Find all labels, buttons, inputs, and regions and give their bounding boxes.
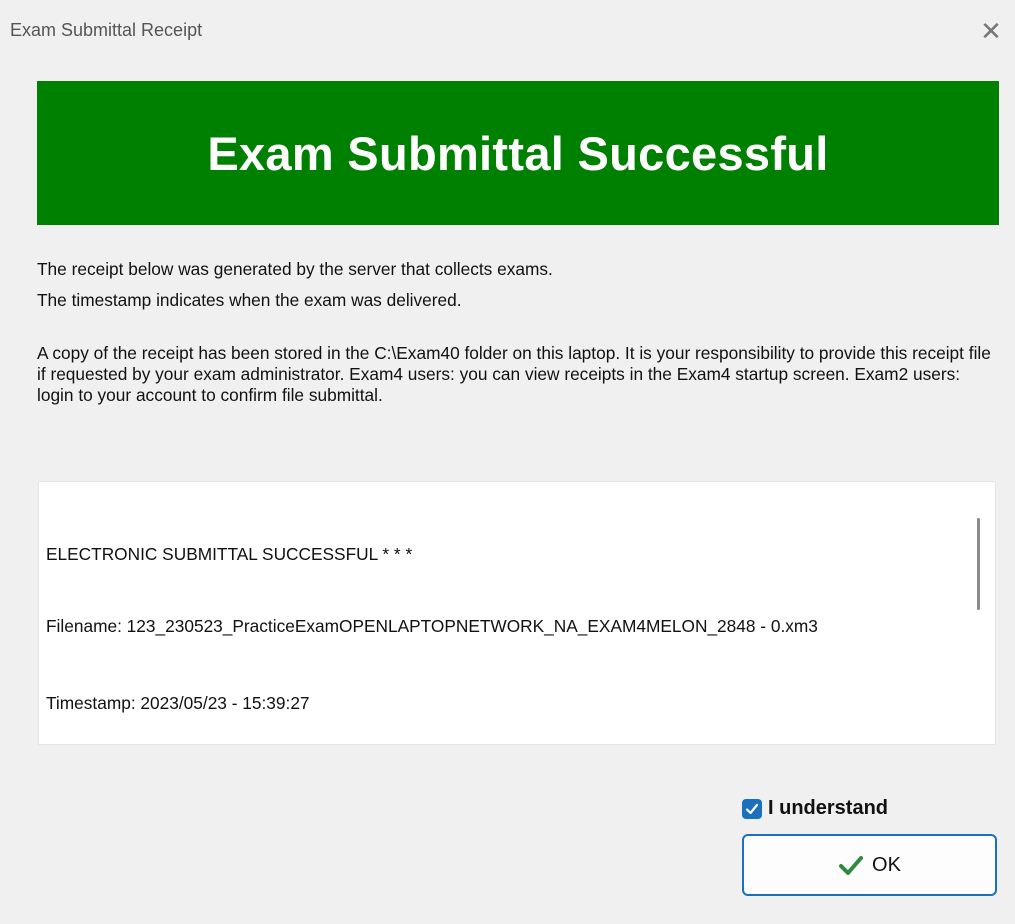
ok-label: OK xyxy=(872,853,901,876)
checkmark-icon xyxy=(745,803,759,814)
banner-title: Exam Submittal Successful xyxy=(207,126,829,180)
info-paragraph: A copy of the receipt has been stored in… xyxy=(37,343,991,405)
receipt-status: ELECTRONIC SUBMITTAL SUCCESSFUL * * * xyxy=(46,544,413,564)
receipt-textbox[interactable]: ELECTRONIC SUBMITTAL SUCCESSFUL * * * Fi… xyxy=(38,481,996,745)
title-bar: Exam Submittal Receipt ✕ xyxy=(0,0,1015,62)
understand-checkbox[interactable] xyxy=(742,798,762,819)
understand-label: I understand xyxy=(768,797,889,819)
success-banner: Exam Submittal Successful xyxy=(37,81,999,225)
ok-button[interactable]: OK xyxy=(742,834,997,896)
receipt-scrollbar[interactable] xyxy=(961,482,995,744)
window-title: Exam Submittal Receipt xyxy=(10,20,203,40)
understand-checkbox-row[interactable]: I understand xyxy=(742,797,888,820)
checkmark-icon xyxy=(839,856,864,875)
info-line-1: The receipt below was generated by the s… xyxy=(37,259,553,279)
receipt-timestamp: Timestamp: 2023/05/23 - 15:39:27 xyxy=(46,693,310,713)
info-line-2: The timestamp indicates when the exam wa… xyxy=(37,290,462,310)
close-button[interactable]: ✕ xyxy=(973,14,1009,50)
receipt-filename: Filename: 123_230523_PracticeExamOPENLAP… xyxy=(46,616,818,636)
scrollbar-thumb[interactable] xyxy=(977,518,980,610)
close-icon: ✕ xyxy=(980,17,1002,47)
